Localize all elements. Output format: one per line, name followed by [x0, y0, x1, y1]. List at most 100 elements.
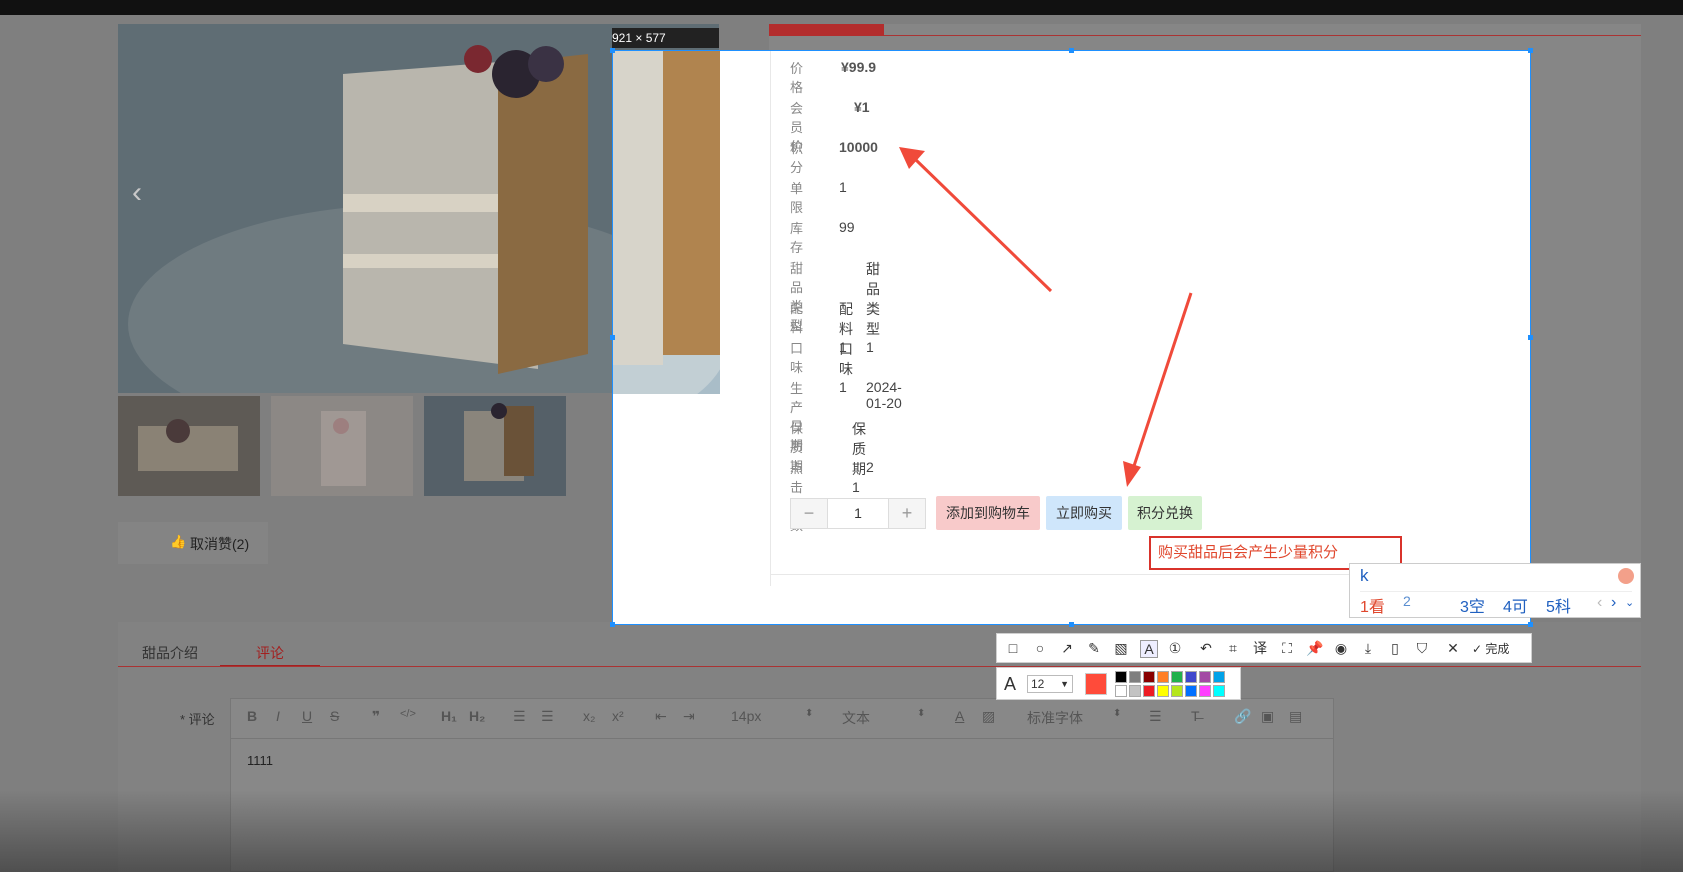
current-color-swatch[interactable]: [1085, 673, 1107, 695]
quote-icon[interactable]: ❞: [372, 708, 380, 725]
color-black[interactable]: [1115, 671, 1127, 683]
close-icon[interactable]: ✕: [1445, 640, 1461, 656]
ellipse-tool-icon[interactable]: ○: [1032, 640, 1048, 656]
color-skyblue[interactable]: [1185, 685, 1197, 697]
ordered-list-icon[interactable]: ☰: [513, 708, 526, 725]
color-magenta[interactable]: [1199, 685, 1211, 697]
pin-icon[interactable]: 📌: [1306, 640, 1323, 656]
ime-prev-page-icon[interactable]: ‹: [1597, 594, 1602, 612]
record-icon[interactable]: ◉: [1333, 640, 1349, 656]
ime-candidate-window[interactable]: k 1看 2 3空 4可 5科 ‹ › ⌄: [1349, 563, 1641, 618]
ime-candidate-3[interactable]: 3空: [1460, 593, 1485, 617]
selection-handle-br[interactable]: [1528, 622, 1533, 627]
h2-icon[interactable]: H₂: [469, 708, 485, 724]
thumb-up-icon: 👍: [170, 534, 187, 549]
cancel-like-label: 取消赞(2): [190, 536, 250, 552]
annotation-arrows: [899, 147, 1193, 487]
cancel-like-button[interactable]: 👍 取消赞(2): [118, 522, 268, 564]
link-icon[interactable]: 🔗: [1234, 708, 1251, 725]
font-size-select[interactable]: 14px: [731, 708, 761, 724]
selection-handle-bl[interactable]: [610, 622, 615, 627]
translate-tool-icon[interactable]: 译: [1252, 640, 1268, 656]
ime-logo-icon: [1618, 568, 1634, 584]
ime-next-page-icon[interactable]: ›: [1611, 594, 1616, 612]
underline-icon[interactable]: U: [302, 708, 312, 724]
ime-candidate-2[interactable]: 2: [1403, 593, 1411, 609]
check-icon: ✓: [1472, 642, 1483, 656]
color-gray[interactable]: [1129, 671, 1141, 683]
align-icon[interactable]: ☰: [1149, 708, 1162, 725]
thumbnail-1[interactable]: [118, 396, 260, 496]
block-type-select[interactable]: 文本: [842, 708, 870, 728]
device-icon[interactable]: ▯: [1387, 640, 1403, 656]
image-icon[interactable]: ▣: [1261, 708, 1274, 725]
download-icon[interactable]: ⤓: [1360, 640, 1376, 656]
outdent-icon[interactable]: ⇤: [655, 708, 667, 725]
arrow-tool-icon[interactable]: ↗: [1059, 640, 1075, 656]
selection-handle-mr[interactable]: [1528, 335, 1533, 340]
selection-handle-tm[interactable]: [1069, 48, 1074, 53]
h1-icon[interactable]: H₁: [441, 708, 457, 724]
tabs-underline: [118, 666, 1641, 667]
bookmark-icon[interactable]: ⛉: [1414, 640, 1430, 656]
ime-expand-icon[interactable]: ⌄: [1625, 596, 1634, 609]
clear-format-icon[interactable]: T̶: [1191, 708, 1200, 724]
italic-icon[interactable]: I: [276, 708, 280, 724]
thumbnail-3[interactable]: [424, 396, 566, 496]
bold-icon[interactable]: B: [247, 708, 257, 724]
color-cyan[interactable]: [1213, 685, 1225, 697]
background-color-icon[interactable]: ▨: [982, 708, 995, 725]
text-color-icon[interactable]: A: [955, 708, 964, 724]
ime-candidate-1[interactable]: 1看: [1360, 593, 1385, 617]
ime-candidate-5[interactable]: 5科: [1546, 593, 1571, 617]
color-white[interactable]: [1115, 685, 1127, 697]
tab-dessert-intro[interactable]: 甜品介绍: [142, 643, 198, 663]
selection-handle-ml[interactable]: [610, 335, 615, 340]
color-palette: [1115, 671, 1235, 699]
undo-icon[interactable]: ↶: [1198, 640, 1214, 656]
strike-icon[interactable]: S: [330, 708, 339, 724]
selection-size-label: 921 × 577: [612, 28, 719, 48]
color-lime[interactable]: [1171, 685, 1183, 697]
pen-tool-icon[interactable]: ✎: [1086, 640, 1102, 656]
rectangle-tool-icon[interactable]: □: [1005, 640, 1021, 656]
scroll-capture-icon[interactable]: ⛶: [1279, 640, 1295, 656]
font-family-caret-icon: ⬍: [1113, 708, 1122, 719]
color-green[interactable]: [1171, 671, 1183, 683]
thumbnail-2[interactable]: [271, 396, 413, 496]
ime-candidate-4[interactable]: 4可: [1503, 593, 1528, 617]
color-lightgray[interactable]: [1129, 685, 1141, 697]
mosaic-tool-icon[interactable]: ▧: [1113, 640, 1129, 656]
font-size-dropdown[interactable]: 12 ▼: [1027, 675, 1073, 693]
superscript-icon[interactable]: x²: [612, 708, 624, 724]
color-orange[interactable]: [1157, 671, 1169, 683]
color-darkred[interactable]: [1143, 671, 1155, 683]
selection-handle-bm[interactable]: [1069, 622, 1074, 627]
capture-selection[interactable]: 价格 ¥99.9 会员价 ¥1 积分 10000 单限 1 库存 99 甜品类型…: [612, 50, 1531, 625]
editor-content[interactable]: 1111: [247, 753, 273, 768]
video-icon[interactable]: ▤: [1289, 708, 1302, 725]
done-button[interactable]: ✓ 完成: [1472, 640, 1509, 657]
bottom-shade: [0, 790, 1683, 872]
ocr-tool-icon[interactable]: ⌗: [1225, 640, 1241, 656]
font-icon: A: [1004, 674, 1017, 694]
color-yellow[interactable]: [1157, 685, 1169, 697]
color-teal[interactable]: [1213, 671, 1225, 683]
text-tool-icon[interactable]: A: [1140, 640, 1158, 658]
color-purple[interactable]: [1199, 671, 1211, 683]
bullet-list-icon[interactable]: ☰: [541, 708, 554, 725]
number-tool-icon[interactable]: ①: [1167, 640, 1183, 656]
code-icon[interactable]: </>: [400, 708, 416, 720]
selection-handle-tr[interactable]: [1528, 48, 1533, 53]
dropdown-caret-icon: ▼: [1060, 679, 1069, 689]
font-size-value: 12: [1031, 677, 1045, 691]
color-red[interactable]: [1143, 685, 1155, 697]
prev-arrow-icon[interactable]: ‹: [132, 176, 142, 210]
indent-icon[interactable]: ⇥: [683, 708, 695, 725]
tab-comments[interactable]: 评论: [256, 643, 284, 663]
subscript-icon[interactable]: x₂: [583, 708, 595, 724]
comment-label: * 评论: [180, 712, 215, 727]
color-blue[interactable]: [1185, 671, 1197, 683]
selection-handle-tl[interactable]: [610, 48, 615, 53]
font-family-select[interactable]: 标准字体: [1027, 708, 1083, 728]
